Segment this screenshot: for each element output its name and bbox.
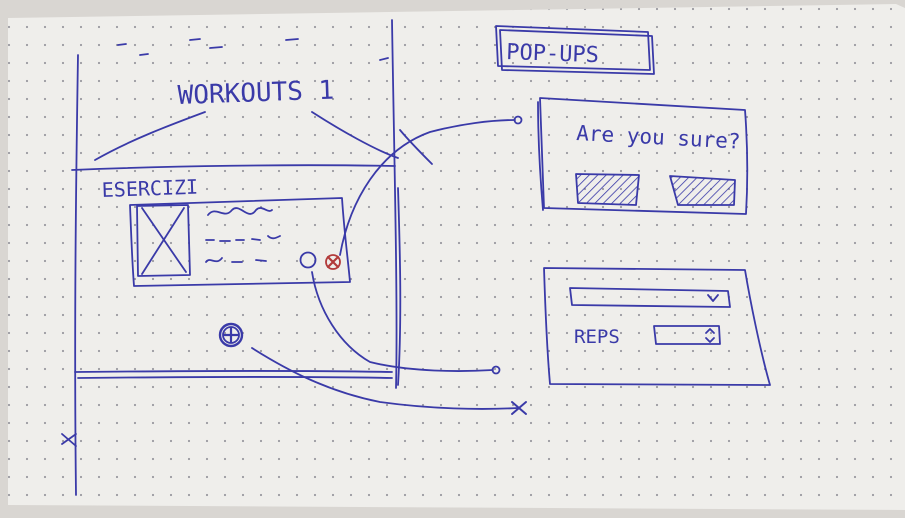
- section-label: ESERCIZI: [101, 175, 198, 202]
- page-title: WORKOUTS 1: [177, 76, 334, 111]
- confirm-no-button[interactable]: [669, 175, 736, 206]
- sketch-canvas: WORKOUTS 1 ESERCIZI POP-UPS Are you sure…: [8, 4, 905, 510]
- reps-label: REPS: [574, 326, 620, 348]
- confirm-yes-button[interactable]: [575, 173, 640, 206]
- screen-bottom-line: [77, 375, 393, 379]
- plus-circle-icon[interactable]: [218, 322, 244, 348]
- popups-title: POP-UPS: [506, 40, 600, 68]
- dot-grid: [8, 4, 905, 510]
